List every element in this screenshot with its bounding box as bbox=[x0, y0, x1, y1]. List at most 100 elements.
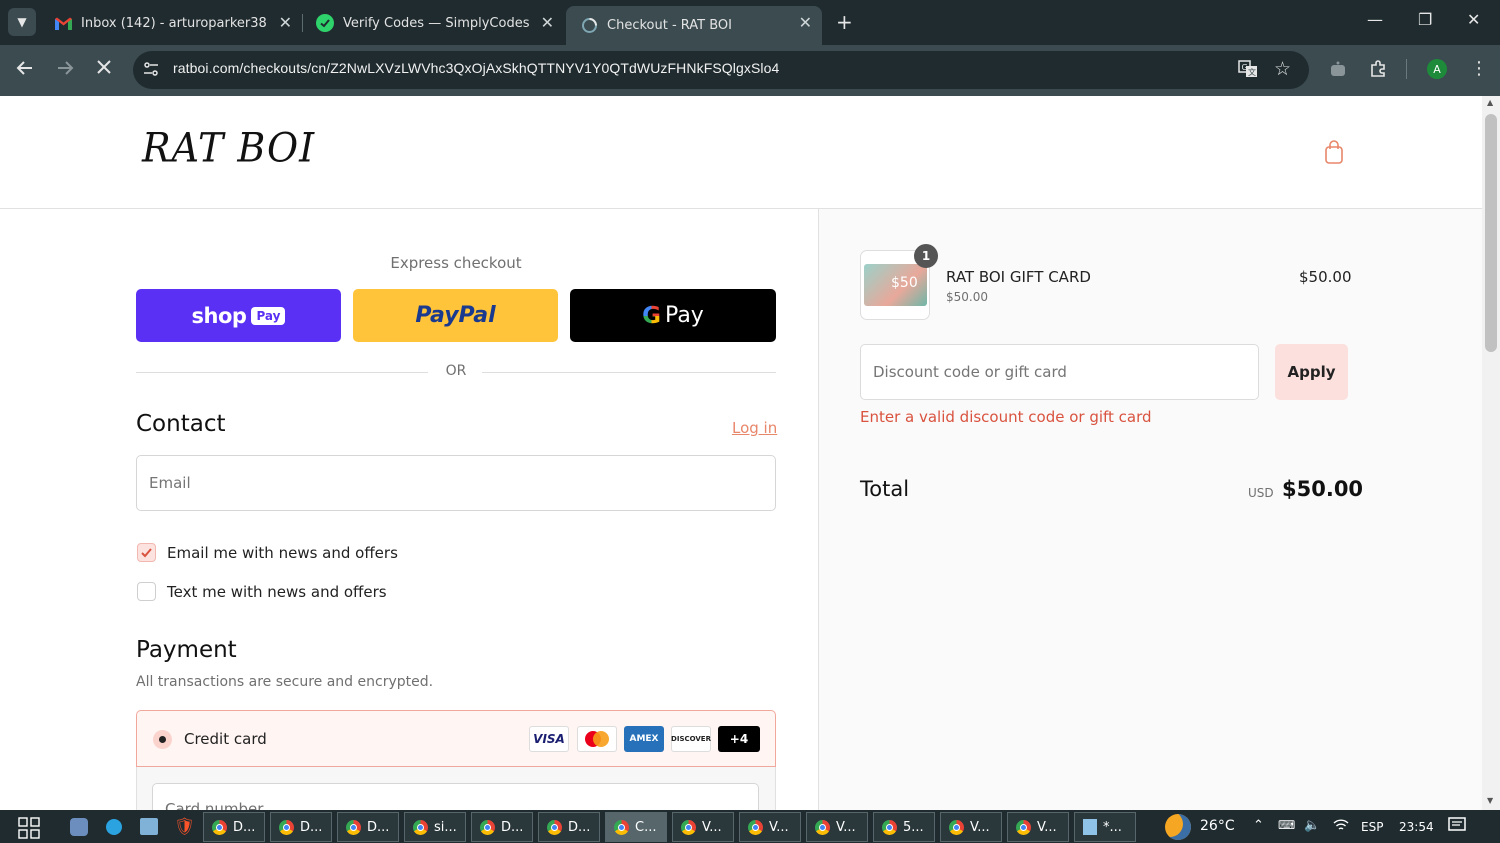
google-pay-button[interactable]: G Pay bbox=[570, 289, 776, 342]
taskbar-chrome-window[interactable]: D... bbox=[471, 812, 533, 842]
taskbar-chrome-window[interactable]: D... bbox=[337, 812, 399, 842]
chrome-icon bbox=[346, 819, 361, 835]
forward-button[interactable] bbox=[56, 59, 74, 82]
photos-icon[interactable] bbox=[140, 818, 158, 835]
taskbar-notepad-window[interactable]: *... bbox=[1074, 812, 1136, 842]
taskbar-chrome-window[interactable]: D... bbox=[538, 812, 600, 842]
payment-security-note: All transactions are secure and encrypte… bbox=[136, 674, 434, 690]
scroll-up-icon[interactable]: ▲ bbox=[1487, 98, 1493, 107]
taskbar-chrome-window[interactable]: 5... bbox=[873, 812, 935, 842]
amex-logo: AMEX bbox=[624, 726, 664, 752]
plus-icon: + bbox=[836, 10, 853, 34]
taskbar-app-label: V... bbox=[970, 819, 990, 835]
taskbar-chrome-window[interactable]: V... bbox=[1007, 812, 1069, 842]
email-optin-checkbox[interactable] bbox=[137, 543, 156, 562]
chevron-up-icon[interactable]: ⌃ bbox=[1253, 818, 1264, 833]
page-scrollbar[interactable]: ▲ ▼ bbox=[1482, 96, 1500, 810]
shopping-bag-icon[interactable] bbox=[1324, 140, 1344, 168]
clock[interactable]: 23:54 bbox=[1399, 820, 1434, 834]
discount-code-input[interactable] bbox=[860, 344, 1259, 400]
taskbar-app-label: si... bbox=[434, 819, 457, 835]
shop-pay-wordmark: shop bbox=[191, 303, 247, 328]
taskbar-chrome-window[interactable]: D... bbox=[203, 812, 265, 842]
extension-robot-icon[interactable] bbox=[1329, 60, 1347, 83]
taskbar-chrome-window[interactable]: V... bbox=[806, 812, 868, 842]
tab-search-button[interactable]: ▼ bbox=[8, 8, 36, 36]
start-icon[interactable] bbox=[18, 817, 40, 843]
taskbar-app-label: V... bbox=[1037, 819, 1057, 835]
close-icon[interactable]: ✕ bbox=[799, 13, 812, 32]
weather-moon-icon[interactable] bbox=[1165, 814, 1191, 840]
mastercard-logo bbox=[577, 726, 617, 752]
chrome-icon bbox=[212, 819, 227, 835]
input-method-icon[interactable]: ⌨ bbox=[1278, 818, 1295, 832]
telegram-icon[interactable] bbox=[106, 819, 122, 835]
stop-loading-button[interactable] bbox=[96, 59, 112, 80]
chevron-down-icon: ▼ bbox=[17, 15, 27, 29]
taskbar-app-label: 5... bbox=[903, 819, 924, 835]
email-field[interactable] bbox=[136, 455, 776, 511]
taskbar-app-label: D... bbox=[501, 819, 524, 835]
close-icon[interactable]: ✕ bbox=[541, 13, 554, 32]
scroll-down-icon[interactable]: ▼ bbox=[1487, 796, 1493, 805]
window-close-button[interactable]: ✕ bbox=[1467, 10, 1480, 29]
loading-icon bbox=[580, 17, 598, 35]
profile-avatar[interactable]: A bbox=[1427, 59, 1447, 79]
minimize-button[interactable]: — bbox=[1367, 10, 1383, 29]
text-optin-checkbox[interactable] bbox=[137, 582, 156, 601]
store-logo[interactable]: RAT BOI bbox=[142, 125, 315, 171]
taskbar-app-label: D... bbox=[300, 819, 323, 835]
chrome-icon bbox=[681, 819, 696, 835]
taskbar-chrome-window[interactable]: V... bbox=[739, 812, 801, 842]
taskbar-chrome-window-active[interactable]: C... bbox=[605, 812, 667, 842]
back-button[interactable] bbox=[16, 59, 34, 82]
taskbar-chrome-window[interactable]: V... bbox=[940, 812, 1002, 842]
extensions-puzzle-icon[interactable] bbox=[1369, 59, 1388, 83]
taskbar-app-label: D... bbox=[367, 819, 390, 835]
restore-button[interactable]: ❐ bbox=[1418, 10, 1432, 29]
login-link[interactable]: Log in bbox=[732, 419, 777, 437]
taskbar-chrome-window[interactable]: D... bbox=[270, 812, 332, 842]
chrome-icon bbox=[748, 819, 763, 835]
paypal-button[interactable]: PayPal bbox=[353, 289, 558, 342]
language-indicator[interactable]: ESP bbox=[1361, 820, 1383, 834]
taskbar-app-label: *... bbox=[1103, 819, 1122, 835]
tab-gmail[interactable]: Inbox (142) - arturoparker389@ ✕ bbox=[40, 6, 302, 40]
express-checkout-title: Express checkout bbox=[390, 254, 522, 272]
url-text[interactable]: ratboi.com/checkouts/cn/Z2NwLXVzLWVhc3Qx… bbox=[173, 60, 779, 76]
wifi-icon[interactable] bbox=[1333, 818, 1349, 836]
scrollbar-thumb[interactable] bbox=[1485, 114, 1497, 352]
site-settings-icon[interactable] bbox=[143, 61, 159, 82]
card-number-field[interactable]: Card number bbox=[152, 783, 759, 810]
product-variant: $50.00 bbox=[946, 290, 988, 304]
volume-icon[interactable]: 🔈 bbox=[1304, 818, 1320, 833]
taskbar-chrome-window[interactable]: V... bbox=[672, 812, 734, 842]
shop-pay-button[interactable]: shop Pay bbox=[136, 289, 341, 342]
chrome-icon bbox=[882, 819, 897, 835]
kebab-menu-icon[interactable]: ⋮ bbox=[1470, 58, 1488, 79]
tab-simplycodes[interactable]: Verify Codes — SimplyCodes ✕ bbox=[302, 6, 564, 40]
simplycodes-icon bbox=[316, 14, 334, 32]
tab-label: Checkout - RAT BOI bbox=[607, 18, 732, 33]
weather-temperature[interactable]: 26°C bbox=[1200, 818, 1235, 834]
text-optin-label: Text me with news and offers bbox=[167, 583, 387, 601]
brave-icon[interactable]: 🛡 bbox=[174, 817, 196, 837]
browser-tab-bar: ▼ Inbox (142) - arturoparker389@ ✕ Verif… bbox=[0, 0, 1500, 45]
shop-pay-badge: Pay bbox=[251, 306, 286, 325]
notifications-icon[interactable] bbox=[1448, 816, 1466, 838]
pinned-app-icon[interactable] bbox=[70, 818, 88, 836]
apply-discount-button[interactable]: Apply bbox=[1275, 344, 1348, 400]
taskbar-app-label: V... bbox=[769, 819, 789, 835]
close-icon[interactable]: ✕ bbox=[279, 13, 292, 32]
taskbar-chrome-window[interactable]: si... bbox=[404, 812, 466, 842]
bookmark-star-icon[interactable]: ☆ bbox=[1274, 58, 1291, 80]
gift-card-amount: $50 bbox=[891, 275, 918, 291]
new-tab-button[interactable]: + bbox=[836, 10, 853, 34]
chrome-icon bbox=[614, 819, 629, 835]
tab-checkout[interactable]: Checkout - RAT BOI ✕ bbox=[566, 6, 822, 45]
credit-card-option[interactable]: Credit card VISA AMEX DISCOVER +4 bbox=[136, 710, 776, 767]
chrome-icon bbox=[413, 819, 428, 835]
translate-icon[interactable]: G文 bbox=[1238, 60, 1258, 83]
or-divider: OR bbox=[445, 363, 467, 379]
credit-card-radio[interactable] bbox=[153, 730, 172, 749]
